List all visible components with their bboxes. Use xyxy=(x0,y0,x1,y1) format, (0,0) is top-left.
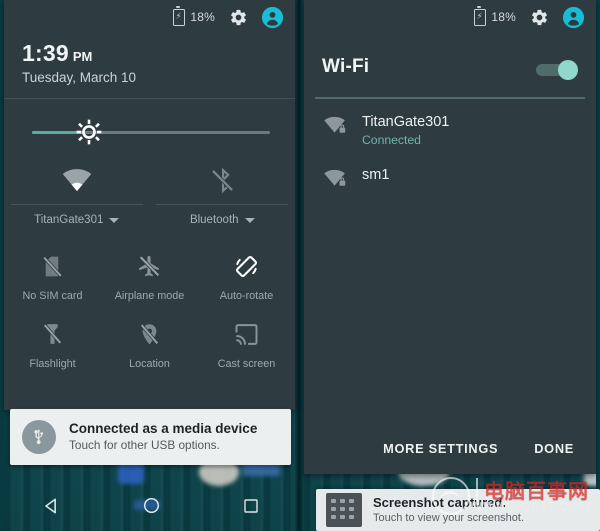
wifi-header-divider xyxy=(315,97,585,99)
bluetooth-off-icon xyxy=(209,158,236,202)
wifi-panel-buttons: MORE SETTINGS DONE xyxy=(304,422,596,474)
screenshot-notification-subtitle: Touch to view your screenshot. xyxy=(373,512,525,524)
tile-bluetooth-text: Bluetooth xyxy=(189,214,239,226)
wifi-network-ssid: sm1 xyxy=(362,167,390,183)
tile-grid-row: No SIM card Airplane mode Auto-rotate xyxy=(4,246,295,314)
panel-divider xyxy=(295,0,304,531)
wifi-toggle[interactable] xyxy=(536,60,578,80)
chevron-down-icon[interactable] xyxy=(109,217,120,223)
header-divider xyxy=(4,98,295,99)
wifi-locked-icon xyxy=(322,166,348,190)
cast-screen-icon xyxy=(234,314,259,354)
wifi-icon xyxy=(62,158,92,202)
user-avatar-icon[interactable] xyxy=(262,6,283,28)
screenshot-notification-text: Screenshot captured. Touch to view your … xyxy=(373,495,524,525)
auto-rotate-icon xyxy=(234,246,259,286)
tile-label: No SIM card xyxy=(22,290,83,302)
tile-auto-rotate[interactable]: Auto-rotate xyxy=(198,246,295,314)
tile-wifi[interactable]: TitanGate301 xyxy=(4,158,150,236)
tile-no-sim-card[interactable]: No SIM card xyxy=(4,246,101,314)
wifi-network-ssid: TitanGate301 xyxy=(362,114,450,130)
done-button[interactable]: DONE xyxy=(534,441,574,456)
airplane-off-icon xyxy=(137,246,162,286)
battery-percent: 18% xyxy=(491,10,516,24)
back-triangle-icon[interactable] xyxy=(41,496,61,521)
clock-date: Tuesday, March 10 xyxy=(22,70,137,85)
wifi-network-row[interactable]: TitanGate301 Connected xyxy=(304,113,596,148)
tile-cast-screen[interactable]: Cast screen xyxy=(198,314,295,382)
screenshot-notification-title: Screenshot captured. xyxy=(373,495,506,510)
tile-grid-row: Flashlight Location Cast screen xyxy=(4,314,295,382)
tile-wifi-text: TitanGate301 xyxy=(34,214,104,226)
clock-block: 1:39 PM Tuesday, March 10 xyxy=(22,40,136,85)
tile-bluetooth[interactable]: Bluetooth xyxy=(150,158,296,236)
usb-notification-title: Connected as a media device xyxy=(69,421,258,436)
wifi-network-status: Connected xyxy=(362,133,421,147)
tile-underline xyxy=(10,204,143,205)
more-settings-button[interactable]: MORE SETTINGS xyxy=(383,441,498,456)
tile-label: Location xyxy=(129,358,170,370)
sim-card-off-icon xyxy=(40,246,65,286)
tile-label: Airplane mode xyxy=(114,290,185,302)
screenshot-notification-card[interactable]: Screenshot captured. Touch to view your … xyxy=(316,489,600,531)
recents-square-icon[interactable] xyxy=(242,497,260,520)
battery-status: ⚡ 18% xyxy=(474,5,516,26)
wifi-title: Wi-Fi xyxy=(322,56,370,77)
flashlight-off-icon xyxy=(40,314,65,354)
wifi-network-text: TitanGate301 Connected xyxy=(362,113,449,148)
tile-grid: No SIM card Airplane mode Auto-rotate Fl… xyxy=(4,246,295,382)
tile-label: Flashlight xyxy=(29,358,76,370)
tile-underline xyxy=(156,204,289,205)
clock-time: 1:39 xyxy=(22,40,69,66)
home-circle-icon[interactable] xyxy=(142,496,161,520)
chevron-down-icon[interactable] xyxy=(244,217,255,223)
user-avatar-icon[interactable] xyxy=(563,6,584,28)
wifi-network-row[interactable]: sm1 xyxy=(304,166,596,190)
screen-edge-right xyxy=(596,0,600,531)
tile-airplane-mode[interactable]: Airplane mode xyxy=(101,246,198,314)
usb-notification-text: Connected as a media device Touch for ot… xyxy=(69,421,257,453)
navigation-bar xyxy=(0,485,300,531)
status-bar-right: ⚡ 18% xyxy=(304,0,596,34)
tile-label: Cast screen xyxy=(217,358,276,370)
screenshot-thumbnail-icon xyxy=(326,493,362,527)
brightness-slider[interactable] xyxy=(32,119,270,145)
tile-bluetooth-label: Bluetooth xyxy=(190,214,255,226)
gear-icon[interactable] xyxy=(530,8,549,27)
clock-ampm: PM xyxy=(72,49,93,64)
android-screen: ⚡ 18% 1:39 PM Tuesday, March 10 TitanGat… xyxy=(0,0,600,531)
wifi-locked-icon xyxy=(322,113,348,137)
battery-percent: 18% xyxy=(190,10,215,24)
battery-status: ⚡ 18% xyxy=(173,5,215,26)
gear-icon[interactable] xyxy=(229,8,248,27)
brightness-icon[interactable] xyxy=(76,119,102,145)
battery-charging-icon: ⚡ xyxy=(474,5,487,26)
wifi-settings-panel: ⚡ 18% Wi-Fi TitanGate301 Connected sm1 M… xyxy=(304,0,596,474)
wifi-network-text: sm1 xyxy=(362,166,389,184)
quick-settings-panel: ⚡ 18% 1:39 PM Tuesday, March 10 TitanGat… xyxy=(4,0,295,410)
tile-location[interactable]: Location xyxy=(101,314,198,382)
location-off-icon xyxy=(137,314,162,354)
status-bar-left: ⚡ 18% xyxy=(4,0,295,34)
tile-flashlight[interactable]: Flashlight xyxy=(4,314,101,382)
tile-wifi-label: TitanGate301 xyxy=(34,214,120,226)
wifi-toggle-knob xyxy=(558,60,578,80)
usb-notification-subtitle: Touch for other USB options. xyxy=(69,438,220,452)
usb-icon xyxy=(22,420,56,454)
big-tiles-row: TitanGate301 Bluetooth xyxy=(4,158,295,236)
battery-charging-icon: ⚡ xyxy=(173,5,186,26)
usb-notification-card[interactable]: Connected as a media device Touch for ot… xyxy=(10,409,291,465)
tile-label: Auto-rotate xyxy=(219,290,274,302)
